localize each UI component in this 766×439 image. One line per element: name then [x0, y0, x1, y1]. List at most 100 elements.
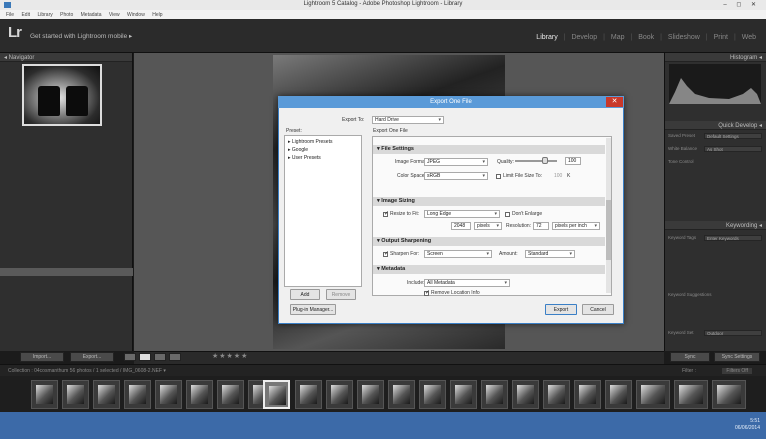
menu-photo[interactable]: Photo	[60, 12, 73, 18]
keyword-set-dropdown[interactable]: Outdoor	[704, 330, 762, 336]
menu-view[interactable]: View	[109, 12, 120, 18]
collection-row[interactable]	[0, 160, 133, 168]
output-sharpening-header[interactable]: ▾ Output Sharpening	[373, 237, 605, 246]
window-controls[interactable]: – ◻ ✕	[723, 1, 760, 8]
resolution-input[interactable]: 72	[533, 222, 549, 230]
collection-row[interactable]	[0, 232, 133, 240]
add-preset-button[interactable]: Add	[290, 289, 320, 300]
image-sizing-header[interactable]: ▾ Image Sizing	[373, 197, 605, 206]
collection-row[interactable]	[0, 259, 133, 267]
metadata-header[interactable]: ▾ Metadata	[373, 265, 605, 274]
collection-row-selected[interactable]	[0, 268, 133, 276]
remove-location-checkbox[interactable]	[424, 289, 430, 296]
collection-row[interactable]	[0, 196, 133, 204]
color-space-dropdown[interactable]: sRGB ▾	[424, 172, 488, 180]
filmstrip-thumbnail[interactable]	[481, 380, 508, 409]
module-book[interactable]: Book	[638, 34, 654, 41]
filmstrip-thumbnail[interactable]	[388, 380, 415, 409]
collection-row[interactable]	[0, 223, 133, 231]
menu-window[interactable]: Window	[127, 12, 145, 18]
preset-group-google[interactable]: ▸ Google	[288, 147, 308, 153]
menu-file[interactable]: File	[6, 12, 14, 18]
file-settings-header[interactable]: ▾ File Settings	[373, 145, 605, 154]
module-develop[interactable]: Develop	[571, 34, 597, 41]
filmstrip-thumbnail[interactable]	[217, 380, 244, 409]
module-map[interactable]: Map	[611, 34, 625, 41]
export-to-dropdown[interactable]: Hard Drive ▾	[372, 116, 444, 124]
collection-row[interactable]	[0, 313, 133, 321]
collection-row[interactable]	[0, 322, 133, 330]
preset-group-user[interactable]: ▸ User Presets	[288, 155, 321, 161]
filmstrip-thumbnail[interactable]	[419, 380, 446, 409]
filmstrip-thumbnail[interactable]	[512, 380, 539, 409]
white-balance-dropdown[interactable]: As Shot	[704, 146, 762, 152]
filmstrip-thumbnail[interactable]	[155, 380, 182, 409]
saved-preset-dropdown[interactable]: Default Settings	[704, 133, 762, 139]
filmstrip-source[interactable]: Collection : 04cosmanthum 56 photos / 1 …	[8, 368, 166, 374]
keywording-header[interactable]: Keywording ◂	[665, 221, 766, 230]
collection-row[interactable]	[0, 187, 133, 195]
export-confirm-button[interactable]: Export	[545, 304, 577, 315]
collection-row[interactable]	[0, 205, 133, 213]
loupe-view-icon[interactable]	[139, 353, 151, 361]
limit-file-size-input[interactable]: 100	[554, 173, 562, 179]
quality-input[interactable]: 100	[565, 157, 581, 165]
module-print[interactable]: Print	[714, 34, 728, 41]
module-slideshow[interactable]: Slideshow	[668, 34, 700, 41]
filmstrip-thumbnail[interactable]	[636, 380, 670, 409]
sharpen-for-dropdown[interactable]: Screen ▾	[424, 250, 492, 258]
include-dropdown[interactable]: All Metadata ▾	[424, 279, 510, 287]
histogram-header[interactable]: Histogram ◂	[665, 53, 766, 62]
filmstrip-thumbnail[interactable]	[357, 380, 384, 409]
filmstrip-thumbnail[interactable]	[31, 380, 58, 409]
remove-preset-button[interactable]: Remove	[326, 289, 356, 300]
menu-help[interactable]: Help	[152, 12, 162, 18]
plugin-manager-button[interactable]: Plug-in Manager...	[290, 304, 336, 315]
quality-slider-knob[interactable]	[542, 157, 548, 164]
collection-row[interactable]	[0, 304, 133, 312]
cancel-button[interactable]: Cancel	[582, 304, 614, 315]
resolution-unit-dropdown[interactable]: pixels per inch ▾	[552, 222, 600, 230]
collection-row[interactable]	[0, 169, 133, 177]
dont-enlarge-checkbox[interactable]	[505, 212, 510, 217]
module-library[interactable]: Library	[536, 34, 557, 41]
filmstrip-thumbnail[interactable]	[295, 380, 322, 409]
filmstrip-thumbnail[interactable]	[543, 380, 570, 409]
limit-file-size-checkbox[interactable]	[496, 174, 501, 179]
keyword-tags-dropdown[interactable]: Enter Keywords	[704, 235, 762, 241]
compare-view-icon[interactable]	[154, 353, 166, 361]
filmstrip-thumbnail[interactable]	[62, 380, 89, 409]
filmstrip-thumbnail[interactable]	[712, 380, 746, 409]
sync-settings-button[interactable]: Sync Settings	[714, 352, 760, 362]
filmstrip-thumbnail[interactable]	[326, 380, 353, 409]
filmstrip-thumbnail[interactable]	[605, 380, 632, 409]
long-edge-input[interactable]: 2048	[451, 222, 471, 230]
dialog-close-button[interactable]: ✕	[606, 97, 623, 107]
sharpen-for-checkbox[interactable]	[383, 250, 389, 257]
filmstrip-thumbnail[interactable]	[93, 380, 120, 409]
collection-row[interactable]	[0, 214, 133, 222]
import-button[interactable]: Import...	[20, 352, 64, 362]
filmstrip-thumbnail[interactable]	[574, 380, 601, 409]
menu-edit[interactable]: Edit	[21, 12, 30, 18]
module-web[interactable]: Web	[742, 34, 756, 41]
sync-button[interactable]: Sync	[670, 352, 710, 362]
filter-dropdown[interactable]: Filters Off	[722, 368, 752, 374]
rating-stars-icon[interactable]: ★★★★★	[212, 352, 248, 360]
collection-row[interactable]	[0, 286, 133, 294]
quality-slider[interactable]	[515, 160, 557, 162]
filmstrip-thumbnail[interactable]	[674, 380, 708, 409]
navigator-header[interactable]: ◂ Navigator	[0, 53, 132, 62]
menu-library[interactable]: Library	[37, 12, 52, 18]
survey-view-icon[interactable]	[169, 353, 181, 361]
collection-row[interactable]	[0, 331, 133, 339]
grid-view-icon[interactable]	[124, 353, 136, 361]
collection-row[interactable]	[0, 295, 133, 303]
collection-row[interactable]	[0, 241, 133, 249]
filmstrip-thumbnail-selected[interactable]	[263, 380, 290, 409]
mobile-link[interactable]: Get started with Lightroom mobile ▸	[30, 32, 132, 40]
resize-mode-dropdown[interactable]: Long Edge ▾	[424, 210, 500, 218]
collection-row[interactable]	[0, 250, 133, 258]
filmstrip-thumbnail[interactable]	[450, 380, 477, 409]
navigator-preview[interactable]	[22, 64, 102, 126]
